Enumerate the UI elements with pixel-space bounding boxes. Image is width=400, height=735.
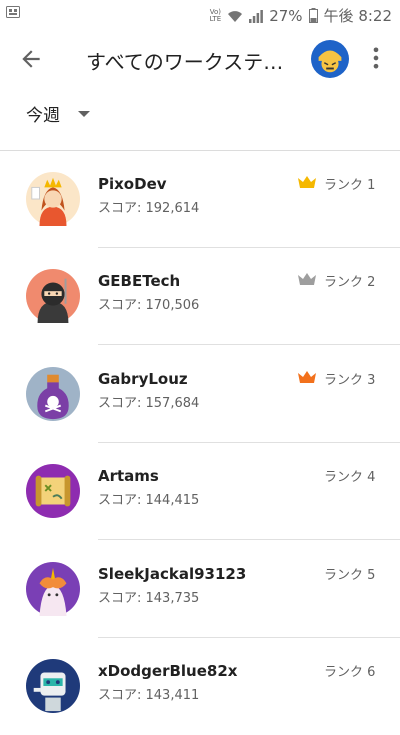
avatar-unicorn bbox=[26, 562, 80, 616]
avatar-poison-bottle bbox=[26, 367, 80, 421]
leaderboard-row[interactable]: Artams スコア: 144,415 ランク 4 bbox=[0, 443, 400, 540]
signal-icon bbox=[249, 9, 264, 23]
leaderboard-row[interactable]: GabryLouz スコア: 157,684 ランク 3 bbox=[0, 346, 400, 443]
player-score: スコア: 143,411 bbox=[98, 688, 200, 703]
player-rank: ランク 3 bbox=[324, 373, 376, 388]
player-score: スコア: 157,684 bbox=[98, 396, 200, 411]
player-rank: ランク 4 bbox=[324, 470, 376, 485]
leaderboard-row[interactable]: PixoDev スコア: 192,614 ランク 1 bbox=[0, 151, 400, 248]
player-rank: ランク 2 bbox=[324, 275, 376, 290]
leaderboard-row[interactable]: xDodgerBlue82x スコア: 143,411 ランク 6 bbox=[0, 638, 400, 735]
silver-crown-icon bbox=[298, 273, 316, 285]
bronze-crown-icon bbox=[298, 371, 316, 383]
avatar-robot bbox=[26, 659, 80, 713]
gold-crown-icon bbox=[298, 176, 316, 188]
leaderboard-row[interactable]: GEBETech スコア: 170,506 ランク 2 bbox=[0, 248, 400, 345]
clock: 午後 8:22 bbox=[323, 7, 392, 25]
player-name: SleekJackal93123 bbox=[98, 565, 247, 583]
player-name: GEBETech bbox=[98, 272, 181, 290]
player-name: PixoDev bbox=[98, 175, 167, 193]
battery-icon bbox=[308, 8, 318, 23]
player-score: スコア: 192,614 bbox=[98, 201, 200, 216]
leaderboard-row[interactable]: SleekJackal93123 スコア: 143,735 ランク 5 bbox=[0, 541, 400, 638]
period-dropdown[interactable]: 今週 bbox=[26, 98, 90, 128]
wifi-icon bbox=[228, 10, 243, 22]
volte-icon: Vo) LTE bbox=[209, 7, 222, 23]
status-icons: Vo) LTE 27% 午後 8:22 bbox=[210, 5, 392, 26]
profile-avatar[interactable] bbox=[311, 40, 349, 78]
status-bar: Vo) LTE 27% 午後 8:22 bbox=[0, 0, 400, 30]
battery-percent: 27% bbox=[269, 6, 303, 25]
player-name: xDodgerBlue82x bbox=[98, 662, 238, 680]
player-name: Artams bbox=[98, 467, 159, 485]
player-score: スコア: 143,735 bbox=[98, 591, 200, 606]
avatar-queen bbox=[26, 172, 80, 226]
page-title: すべてのワークステーション bbox=[86, 50, 296, 74]
app-bar: すべてのワークステーション bbox=[0, 30, 400, 86]
avatar-ninja bbox=[26, 269, 80, 323]
period-label: 今週 bbox=[26, 105, 60, 126]
player-rank: ランク 1 bbox=[324, 178, 376, 193]
avatar-treasure-map bbox=[26, 464, 80, 518]
row-divider bbox=[98, 344, 400, 345]
player-name: GabryLouz bbox=[98, 370, 188, 388]
more-options-icon[interactable] bbox=[362, 44, 390, 72]
back-arrow-icon[interactable] bbox=[18, 46, 44, 72]
row-divider bbox=[98, 539, 400, 540]
player-score: スコア: 170,506 bbox=[98, 298, 200, 313]
player-rank: ランク 6 bbox=[324, 665, 376, 680]
dropdown-caret-icon bbox=[78, 111, 90, 117]
player-score: スコア: 144,415 bbox=[98, 493, 200, 508]
notification-icon bbox=[6, 6, 20, 18]
player-rank: ランク 5 bbox=[324, 568, 376, 583]
